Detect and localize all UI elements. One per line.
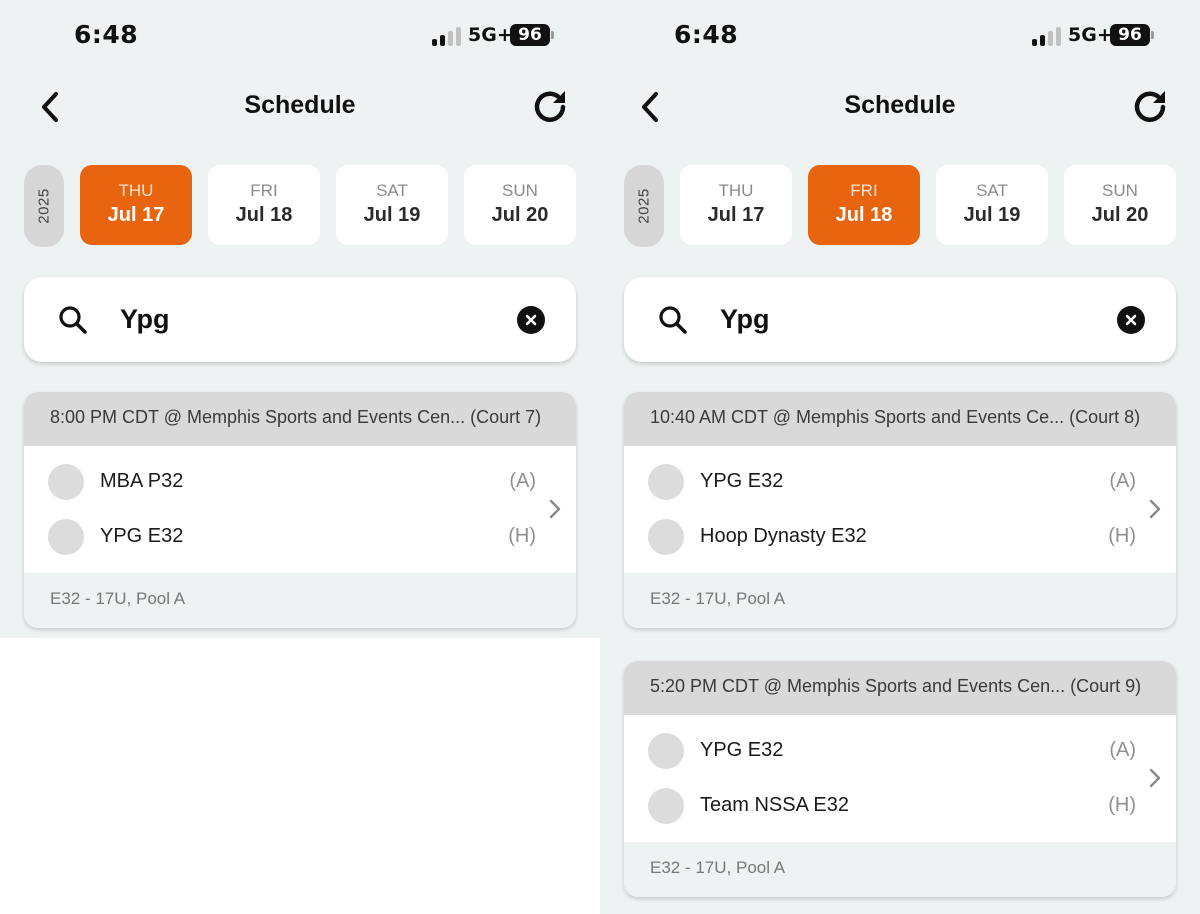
date-tab-dow: THU <box>718 181 754 200</box>
team-name: YPG E32 <box>700 739 784 761</box>
battery-tip <box>551 31 554 39</box>
game-time-location: 8:00 PM CDT @ Memphis Sports and Events … <box>50 407 542 427</box>
team-side: (A) <box>509 470 536 492</box>
date-tab-sun[interactable]: SUN Jul 20 <box>1064 165 1176 245</box>
team-name: Team NSSA E32 <box>700 794 849 816</box>
date-tab-dow: SUN <box>1102 181 1138 200</box>
team-side: (A) <box>1109 470 1136 492</box>
clear-search-button[interactable] <box>1117 306 1145 334</box>
team-name: YPG E32 <box>100 525 184 547</box>
team-side: (H) <box>508 525 536 547</box>
status-time: 6:48 <box>674 20 739 49</box>
clear-icon <box>525 314 537 326</box>
team-row-home: Team NSSA E32 (H) <box>624 784 1176 828</box>
game-card[interactable]: 10:40 AM CDT @ Memphis Sports and Events… <box>624 392 1176 628</box>
search-icon <box>659 306 687 334</box>
chevron-right-icon <box>549 499 561 519</box>
team-name: MBA P32 <box>100 470 184 492</box>
battery-tip <box>1151 31 1154 39</box>
clear-icon <box>1125 314 1137 326</box>
search-input[interactable] <box>120 297 500 341</box>
game-card[interactable]: 8:00 PM CDT @ Memphis Sports and Events … <box>24 392 576 628</box>
game-footer: E32 - 17U, Pool A <box>24 573 576 628</box>
team-avatar <box>48 519 84 555</box>
date-tab-dow: THU <box>118 181 154 200</box>
page-title: Schedule <box>844 91 956 119</box>
year-text: 2025 <box>35 188 53 224</box>
game-time-location: 10:40 AM CDT @ Memphis Sports and Events… <box>650 407 1141 427</box>
game-time-location: 5:20 PM CDT @ Memphis Sports and Events … <box>650 676 1142 696</box>
game-header: 10:40 AM CDT @ Memphis Sports and Events… <box>624 392 1176 446</box>
game-header: 8:00 PM CDT @ Memphis Sports and Events … <box>24 392 576 446</box>
game-division: E32 - 17U, Pool A <box>650 858 786 877</box>
team-side: (A) <box>1109 739 1136 761</box>
date-tab-day: Jul 19 <box>963 204 1021 226</box>
year-label: 2025 <box>24 165 64 247</box>
game-footer: E32 - 17U, Pool A <box>624 573 1176 628</box>
team-side: (H) <box>1108 794 1136 816</box>
search-input[interactable] <box>720 297 1100 341</box>
year-text: 2025 <box>635 188 653 224</box>
date-tab-fri[interactable]: FRI Jul 18 <box>808 165 920 245</box>
signal-icon <box>432 26 464 46</box>
refresh-button[interactable] <box>1130 86 1172 128</box>
date-tab-day: Jul 20 <box>1091 204 1149 226</box>
chevron-right-icon <box>1149 768 1161 788</box>
date-tab-day: Jul 20 <box>491 204 549 226</box>
team-row-home: YPG E32 (H) <box>24 515 576 559</box>
team-avatar <box>648 733 684 769</box>
team-avatar <box>648 788 684 824</box>
page-title: Schedule <box>244 91 356 119</box>
date-tab-sun[interactable]: SUN Jul 20 <box>464 165 576 245</box>
status-time: 6:48 <box>74 20 139 49</box>
date-tab-thu[interactable]: THU Jul 17 <box>680 165 792 245</box>
date-tab-sat[interactable]: SAT Jul 19 <box>336 165 448 245</box>
refresh-icon <box>1134 91 1166 122</box>
team-avatar <box>48 464 84 500</box>
date-tab-day: Jul 17 <box>707 204 765 226</box>
network-label: 5G+ <box>468 24 513 46</box>
signal-icon <box>1032 26 1064 46</box>
game-division: E32 - 17U, Pool A <box>50 589 186 608</box>
date-tab-dow: SUN <box>502 181 538 200</box>
date-tab-fri[interactable]: FRI Jul 18 <box>208 165 320 245</box>
date-tab-sat[interactable]: SAT Jul 19 <box>936 165 1048 245</box>
team-row-away: YPG E32 (A) <box>624 729 1176 773</box>
search-bar <box>24 277 576 362</box>
battery-level: 96 <box>510 24 550 46</box>
game-header: 5:20 PM CDT @ Memphis Sports and Events … <box>624 661 1176 715</box>
search-icon <box>59 306 87 334</box>
year-label: 2025 <box>624 165 664 247</box>
schedule-screen-fri: 6:48 5G+ 96 Schedule 2025 THU Jul 17 FRI… <box>600 0 1200 914</box>
team-name: Hoop Dynasty E32 <box>700 525 867 547</box>
team-row-home: Hoop Dynasty E32 (H) <box>624 515 1176 559</box>
chevron-right-icon <box>1149 499 1161 519</box>
date-tab-dow: FRI <box>250 181 278 200</box>
network-label: 5G+ <box>1068 24 1113 46</box>
team-avatar <box>648 464 684 500</box>
search-bar <box>624 277 1176 362</box>
team-side: (H) <box>1108 525 1136 547</box>
date-tab-dow: SAT <box>976 181 1008 200</box>
game-division: E32 - 17U, Pool A <box>650 589 786 608</box>
battery-level: 96 <box>1110 24 1150 46</box>
refresh-icon <box>534 91 566 122</box>
team-name: YPG E32 <box>700 470 784 492</box>
refresh-button[interactable] <box>530 86 572 128</box>
team-row-away: MBA P32 (A) <box>24 460 576 504</box>
game-footer: E32 - 17U, Pool A <box>624 842 1176 897</box>
clear-search-button[interactable] <box>517 306 545 334</box>
date-tab-day: Jul 19 <box>363 204 421 226</box>
schedule-screen-thu: 6:48 5G+ 96 Schedule 2025 THU Jul 17 FRI… <box>0 0 600 914</box>
date-tab-thu[interactable]: THU Jul 17 <box>80 165 192 245</box>
date-tab-dow: FRI <box>850 181 878 200</box>
date-tab-day: Jul 18 <box>835 204 893 226</box>
date-tab-dow: SAT <box>376 181 408 200</box>
game-card[interactable]: 5:20 PM CDT @ Memphis Sports and Events … <box>624 661 1176 897</box>
date-tab-day: Jul 17 <box>107 204 165 226</box>
date-tab-day: Jul 18 <box>235 204 293 226</box>
team-row-away: YPG E32 (A) <box>624 460 1176 504</box>
team-avatar <box>648 519 684 555</box>
